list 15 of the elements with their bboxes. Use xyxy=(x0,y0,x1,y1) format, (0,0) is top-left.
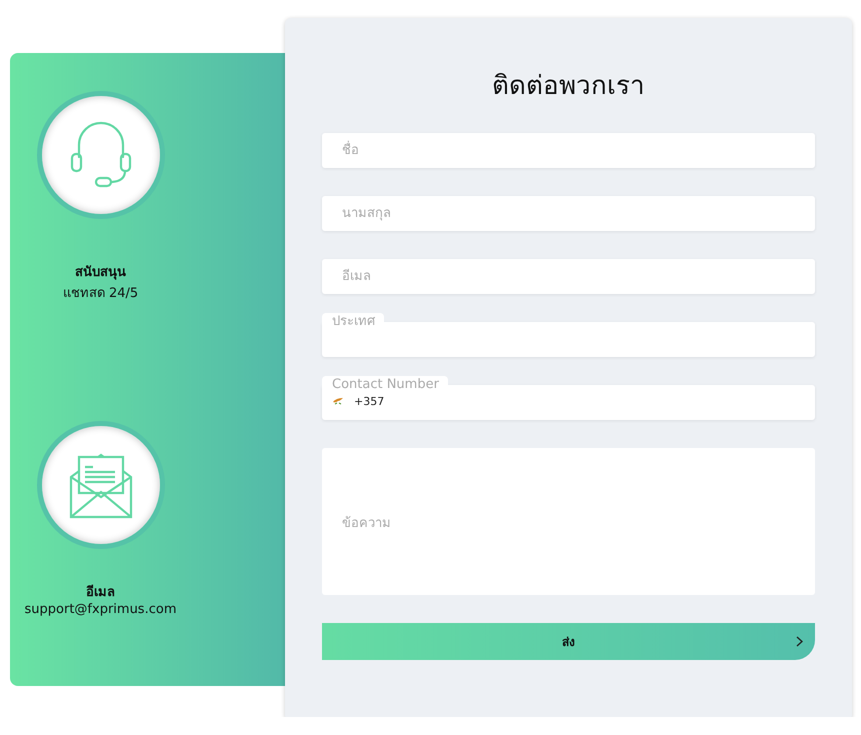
flag-icon xyxy=(332,397,344,406)
input-field[interactable]: ชื่อ xyxy=(322,133,815,168)
contact-title: อีเมล xyxy=(86,584,115,602)
input-field[interactable]: อีเมล xyxy=(322,259,815,294)
phone-value: +357 xyxy=(354,395,384,408)
field-label: Contact Number xyxy=(322,376,448,393)
chevron-icon xyxy=(796,636,803,647)
form-title: ติดต่อพวกเรา xyxy=(491,70,646,103)
contact-detail: support@fxprimus.com xyxy=(24,602,176,617)
contact-detail: แชทสด 24/5 xyxy=(62,285,138,303)
input-field[interactable]: นามสกุล xyxy=(322,196,815,231)
field-label: ประเทศ xyxy=(322,313,384,330)
message-field[interactable]: ข้อความ xyxy=(322,448,815,595)
submit-button[interactable]: ส่ง xyxy=(322,623,815,660)
contact-title: สนับสนุน xyxy=(75,264,126,282)
